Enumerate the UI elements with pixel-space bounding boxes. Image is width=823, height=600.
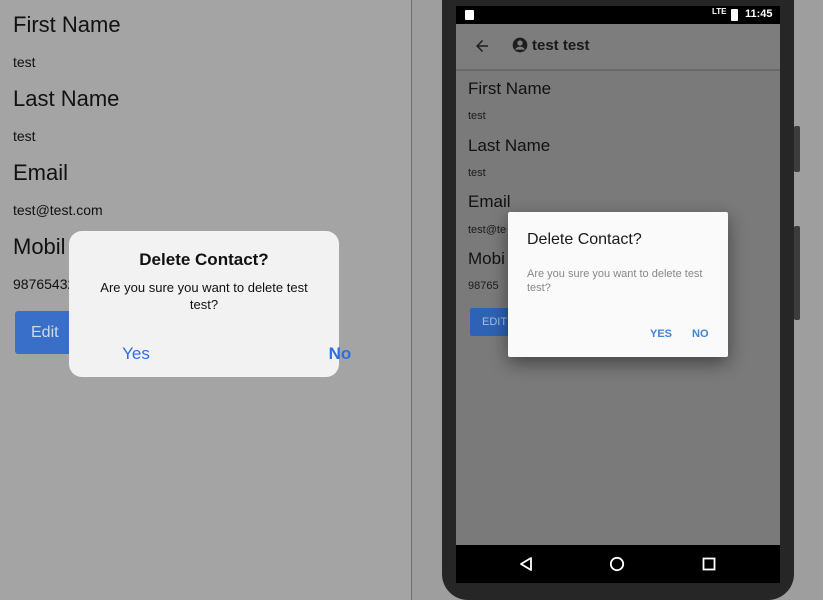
sd-card-icon <box>465 10 474 20</box>
status-bar: LTE 11:45 <box>456 6 780 24</box>
email-value: test@te <box>468 224 507 236</box>
app-bar: test test <box>456 24 780 71</box>
email-label: Email <box>13 160 69 185</box>
mobile-value: 98765432 <box>13 276 76 292</box>
delete-contact-dialog: Delete Contact? Are you sure you want to… <box>508 212 728 357</box>
battery-icon <box>731 9 738 21</box>
home-circle-icon[interactable] <box>609 556 625 572</box>
app-bar-title: test test <box>532 37 590 54</box>
last-name-value: test <box>468 167 486 179</box>
navigation-bar <box>456 545 780 583</box>
volume-button[interactable] <box>794 226 800 320</box>
first-name-label: First Name <box>468 79 552 98</box>
last-name-label: Last Name <box>13 86 120 111</box>
mobile-value: 98765 <box>468 280 499 292</box>
alert-no-button[interactable]: No <box>317 344 363 364</box>
first-name-value: test <box>13 54 36 70</box>
first-name-label: First Name <box>13 12 121 37</box>
email-label: Email <box>468 192 511 211</box>
ios-simulator-pane: First Name test Last Name test Email tes… <box>0 0 411 600</box>
dialog-message: Are you sure you want to delete test tes… <box>527 268 703 294</box>
last-name-label: Last Name <box>468 136 551 155</box>
mobile-label: Mobil <box>13 234 66 259</box>
mobile-label: Mobi <box>468 249 505 268</box>
status-clock: 11:45 <box>745 8 773 20</box>
last-name-value: test <box>13 128 36 144</box>
power-button[interactable] <box>794 126 800 172</box>
alert-title: Delete Contact? <box>139 250 269 269</box>
recents-square-icon[interactable] <box>701 556 717 572</box>
alert-yes-button[interactable]: Yes <box>113 344 159 364</box>
dialog-title: Delete Contact? <box>527 231 642 248</box>
dialog-no-button[interactable]: NO <box>692 328 709 340</box>
dialog-yes-button[interactable]: YES <box>650 328 672 340</box>
delete-contact-alert: Delete Contact? Are you sure you want to… <box>69 231 351 377</box>
lte-icon: LTE <box>712 7 727 16</box>
arrow-back-icon[interactable] <box>473 37 491 55</box>
email-value: test@test.com <box>13 202 103 218</box>
back-triangle-icon[interactable] <box>518 556 534 572</box>
alert-message: Are you sure you want to delete test tes… <box>100 280 308 312</box>
first-name-value: test <box>468 110 486 122</box>
account-circle-icon <box>512 37 528 53</box>
